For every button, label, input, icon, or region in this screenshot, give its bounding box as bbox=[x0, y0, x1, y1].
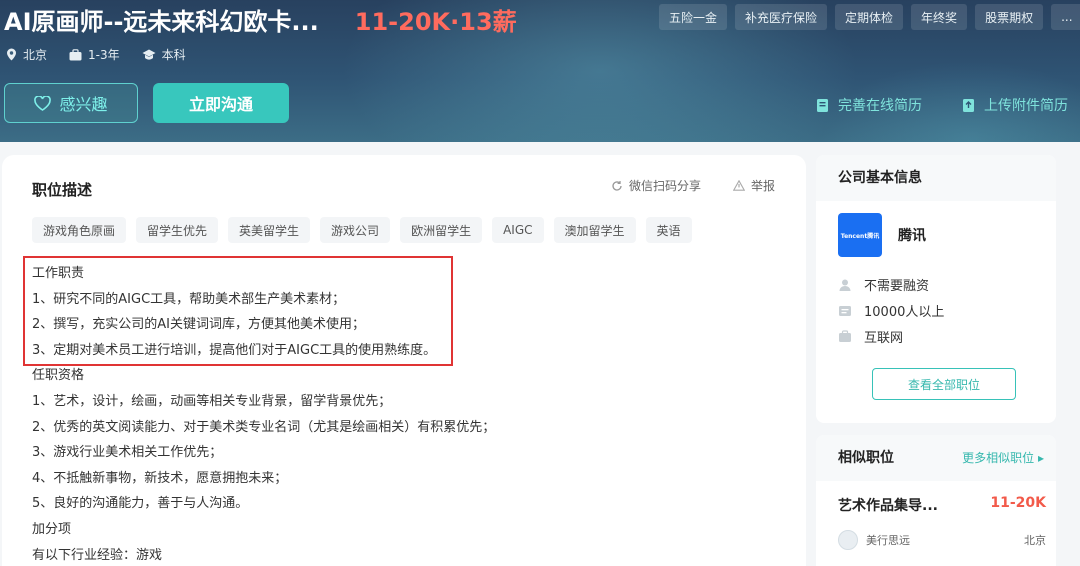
description-title: 职位描述 bbox=[32, 181, 93, 199]
skill-tags: 游戏角色原画 留学生优先 英美留学生 游戏公司 欧洲留学生 AIGC 澳加留学生… bbox=[32, 217, 692, 243]
company-financing: 不需要融资 bbox=[838, 275, 929, 294]
job-title: AI原画师--远未来科幻欧卡... bbox=[4, 7, 319, 36]
meta-city-text: 北京 bbox=[23, 48, 48, 62]
upload-file-icon bbox=[963, 98, 974, 112]
description-line: 2、撰写，充实公司的AI关键词词库，方便其他美术使用； bbox=[32, 317, 365, 333]
company-info-card: 公司基本信息 Tencent腾讯 腾讯 不需要融资 10000人以上 互联网 查… bbox=[816, 155, 1056, 423]
similar-jobs-header: 相似职位 更多相似职位 ▸ bbox=[816, 435, 1056, 481]
job-header: AI原画师--远未来科幻欧卡... 11-20K·13薪 五险一金 补充医疗保险… bbox=[0, 0, 1080, 142]
upload-resume-label: 上传附件简历 bbox=[984, 98, 1068, 114]
similar-company-logo bbox=[838, 530, 858, 550]
meta-city: 北京 bbox=[6, 46, 47, 63]
description-text: 工作职责 1、研究不同的AIGC工具，帮助美术部生产美术素材； 2、撰写，充实公… bbox=[32, 261, 495, 566]
job-meta: 北京 1-3年 本科 bbox=[6, 46, 208, 63]
similar-job-city: 北京 bbox=[1024, 534, 1046, 547]
benefit-tag: 补充医疗保险 bbox=[735, 4, 828, 30]
meta-experience: 1-3年 bbox=[69, 46, 120, 63]
description-line: 任职资格 bbox=[32, 368, 85, 384]
benefit-more-button[interactable]: ... bbox=[1051, 4, 1080, 30]
meta-experience-text: 1-3年 bbox=[88, 48, 120, 62]
online-resume-label: 完善在线简历 bbox=[838, 98, 922, 114]
benefit-tags: 五险一金 补充医疗保险 定期体检 年终奖 股票期权 ... bbox=[659, 4, 1080, 30]
description-line: 3、游戏行业美术相关工作优先； bbox=[32, 445, 223, 461]
warning-icon bbox=[733, 180, 745, 191]
meta-education: 本科 bbox=[142, 46, 186, 63]
company-industry-text: 互联网 bbox=[864, 331, 904, 346]
skill-tag: 欧洲留学生 bbox=[400, 217, 483, 243]
description-line: 2、优秀的英文阅读能力、对于美术类专业名词（尤其是绘画相关）有积累优先； bbox=[32, 419, 496, 435]
more-similar-jobs-link[interactable]: 更多相似职位 ▸ bbox=[962, 435, 1044, 481]
skill-tag: 英美留学生 bbox=[228, 217, 311, 243]
industry-icon bbox=[839, 329, 851, 342]
refresh-share-icon bbox=[612, 180, 622, 191]
similar-job-company: 美行思远 bbox=[838, 530, 910, 550]
benefit-tag: 股票期权 bbox=[975, 4, 1044, 30]
description-line: 4、不抵触新事物，新技术，愿意拥抱未来； bbox=[32, 470, 288, 486]
company-logo[interactable]: Tencent腾讯 bbox=[838, 213, 882, 257]
company-size-text: 10000人以上 bbox=[864, 305, 945, 320]
similar-job-title[interactable]: 艺术作品集导... bbox=[838, 495, 938, 515]
title-row: AI原画师--远未来科幻欧卡... 11-20K·13薪 bbox=[4, 2, 517, 36]
company-info-title: 公司基本信息 bbox=[816, 155, 1056, 201]
benefit-tag: 定期体检 bbox=[835, 4, 904, 30]
company-financing-text: 不需要融资 bbox=[864, 279, 930, 294]
job-description-card: 职位描述 微信扫码分享 举报 游戏角色原画 留学生优先 英美留学生 游戏公司 欧… bbox=[2, 155, 806, 566]
similar-jobs-title: 相似职位 bbox=[838, 450, 894, 466]
description-line: 工作职责 bbox=[32, 266, 85, 281]
similar-job-salary: 11-20K bbox=[990, 495, 1046, 511]
view-all-jobs-button[interactable]: 查看全部职位 bbox=[872, 368, 1016, 400]
people-icon bbox=[839, 305, 851, 316]
description-line: 5、良好的沟通能力，善于与人沟通。 bbox=[32, 496, 249, 512]
skill-tag: 澳加留学生 bbox=[553, 217, 636, 243]
heart-icon bbox=[34, 95, 52, 111]
job-salary: 11-20K·13薪 bbox=[354, 7, 517, 36]
description-line: 1、研究不同的AIGC工具，帮助美术部生产美术素材； bbox=[32, 291, 346, 307]
company-name[interactable]: 腾讯 bbox=[898, 225, 926, 245]
skill-tag: 游戏角色原画 bbox=[32, 217, 127, 243]
resume-icon bbox=[817, 98, 828, 112]
graduation-cap-icon bbox=[142, 49, 156, 60]
skill-tag: 游戏公司 bbox=[320, 217, 391, 243]
meta-education-text: 本科 bbox=[161, 48, 186, 62]
interest-label: 感兴趣 bbox=[59, 95, 108, 114]
upload-resume-link[interactable]: 上传附件简历 bbox=[962, 95, 1068, 115]
report-label: 举报 bbox=[751, 179, 776, 193]
report-button[interactable]: 举报 bbox=[733, 177, 775, 194]
wechat-share-button[interactable]: 微信扫码分享 bbox=[611, 177, 701, 194]
share-label: 微信扫码分享 bbox=[629, 179, 702, 193]
description-line: 加分项 bbox=[32, 521, 72, 537]
chat-now-button[interactable]: 立即沟通 bbox=[153, 83, 289, 123]
description-line: 3、定期对美术员工进行培训，提高他们对于AIGC工具的使用熟练度。 bbox=[32, 342, 437, 358]
online-resume-link[interactable]: 完善在线简历 bbox=[816, 95, 922, 115]
company-size: 10000人以上 bbox=[838, 301, 944, 320]
benefit-tag: 五险一金 bbox=[659, 4, 728, 30]
description-line: 1、艺术，设计，绘画，动画等相关专业背景，留学背景优先； bbox=[32, 393, 392, 409]
skill-tag: 留学生优先 bbox=[136, 217, 219, 243]
interest-button[interactable]: 感兴趣 bbox=[4, 83, 138, 123]
description-line: 有以下行业经验：游戏 bbox=[32, 547, 163, 563]
similar-jobs-card: 相似职位 更多相似职位 ▸ 艺术作品集导... 11-20K 美行思远 北京 bbox=[816, 435, 1056, 566]
briefcase-icon bbox=[69, 48, 82, 60]
company-industry: 互联网 bbox=[838, 327, 903, 346]
location-icon bbox=[7, 48, 16, 61]
skill-tag: AIGC bbox=[492, 217, 544, 243]
benefit-tag: 年终奖 bbox=[911, 4, 968, 30]
skill-tag: 英语 bbox=[645, 217, 692, 243]
user-icon bbox=[839, 279, 851, 291]
similar-company-name: 美行思远 bbox=[866, 534, 910, 547]
